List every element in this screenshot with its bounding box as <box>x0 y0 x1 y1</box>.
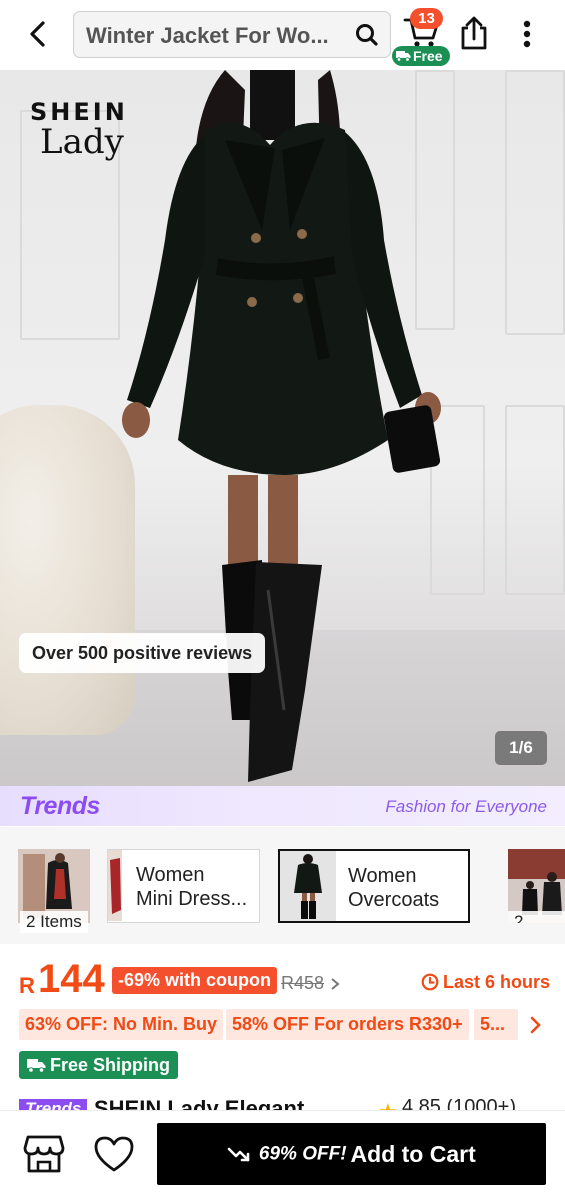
price-row: R 144 -69% with coupon R458 Last 6 hours <box>0 950 565 1010</box>
price-currency: R <box>19 973 35 998</box>
collection-label: Women <box>136 864 205 886</box>
model-figure <box>122 70 441 782</box>
free-shipping-label: Free Shipping <box>19 1051 179 1079</box>
search-input[interactable]: Winter Jacket For Wo... <box>86 23 348 49</box>
star-icon: ★ <box>378 1099 398 1110</box>
product-title: SHEIN Lady Elegant <box>94 1099 304 1110</box>
trend-arrow-icon <box>227 1148 250 1162</box>
cart-discount-label: 69% OFF! <box>258 1143 347 1165</box>
free-shipping-badge: Free <box>392 46 450 66</box>
add-to-cart-content: 69% OFF! Add to Cart <box>157 1123 546 1185</box>
trend-collections-row: 2 Items Women Mini Dress... Women Overco… <box>0 827 565 944</box>
brand-logo-line2: Lady <box>40 122 124 162</box>
promotion-chip[interactable]: 63% OFF: No Min. Buy <box>19 1009 224 1040</box>
collection-card[interactable]: 2 Items <box>508 849 565 923</box>
collection-item-count: 2 Items <box>508 911 565 923</box>
trends-logo: Trends <box>20 792 100 820</box>
free-label: Free <box>413 48 443 64</box>
chevron-right-icon[interactable] <box>529 1016 543 1034</box>
collection-item-count: 2 Items <box>20 911 88 933</box>
collection-label: Women <box>348 865 417 887</box>
product-rating[interactable]: ★ 4.85 (1000+) <box>378 1099 516 1110</box>
image-pager: 1/6 <box>495 731 547 765</box>
countdown-timer: Last 6 hours <box>421 972 550 993</box>
reviews-badge: Over 500 positive reviews <box>19 633 266 673</box>
collection-card-overcoats[interactable]: Women Overcoats <box>278 849 470 923</box>
share-icon[interactable] <box>458 15 490 51</box>
store-icon[interactable] <box>22 1133 66 1175</box>
rating-value: 4.85 (1000+) <box>402 1099 516 1110</box>
collection-card[interactable]: 2 Items <box>18 849 90 933</box>
product-title-row: Trends SHEIN Lady Elegant ★ 4.85 (1000+) <box>0 1099 565 1110</box>
collection-label: Mini Dress... <box>136 888 248 910</box>
promotions-row[interactable]: 63% OFF: No Min. Buy 58% OFF For orders … <box>0 1009 565 1041</box>
top-bar: Winter Jacket For Wo... 13 Free <box>0 0 565 70</box>
heart-icon[interactable] <box>92 1133 136 1175</box>
original-price[interactable]: R458 <box>281 973 324 994</box>
sale-price: 144 <box>38 957 105 1001</box>
collection-card-mini-dress[interactable]: Women Mini Dress... <box>107 849 260 923</box>
add-to-cart-label: Add to Cart <box>350 1141 476 1168</box>
trends-banner[interactable]: Trends Fashion for Everyone <box>0 786 565 826</box>
more-icon[interactable] <box>515 16 539 52</box>
countdown-label: Last 6 hours <box>443 972 551 992</box>
collection-thumbnail <box>280 851 336 921</box>
search-bar[interactable]: Winter Jacket For Wo... <box>73 11 391 58</box>
cart-count-badge: 13 <box>410 8 443 29</box>
brand-logo: SHEIN Lady <box>30 98 128 162</box>
bottom-action-bar: 69% OFF! Add to Cart <box>0 1110 565 1194</box>
chevron-right-icon[interactable] <box>330 977 340 991</box>
coupon-discount-badge: -69% with coupon <box>112 967 277 994</box>
collection-thumbnail <box>108 850 122 921</box>
search-icon[interactable] <box>354 22 380 48</box>
truck-icon <box>396 51 411 62</box>
product-image-carousel[interactable]: SHEIN Lady Over 500 positive reviews 1/6 <box>0 70 565 786</box>
promotion-chip[interactable]: 5... <box>474 1009 518 1040</box>
back-icon[interactable] <box>20 16 56 52</box>
collection-label: Overcoats <box>348 889 440 911</box>
add-to-cart-button[interactable]: 69% OFF! Add to Cart <box>157 1123 546 1185</box>
free-shipping-text: Free Shipping <box>50 1055 171 1075</box>
clock-icon <box>421 973 439 991</box>
truck-icon <box>27 1059 46 1073</box>
trends-tagline: Fashion for Everyone <box>385 797 547 816</box>
promotion-chip[interactable]: 58% OFF For orders R330+ <box>226 1009 469 1040</box>
trends-title-badge: Trends <box>19 1099 87 1110</box>
